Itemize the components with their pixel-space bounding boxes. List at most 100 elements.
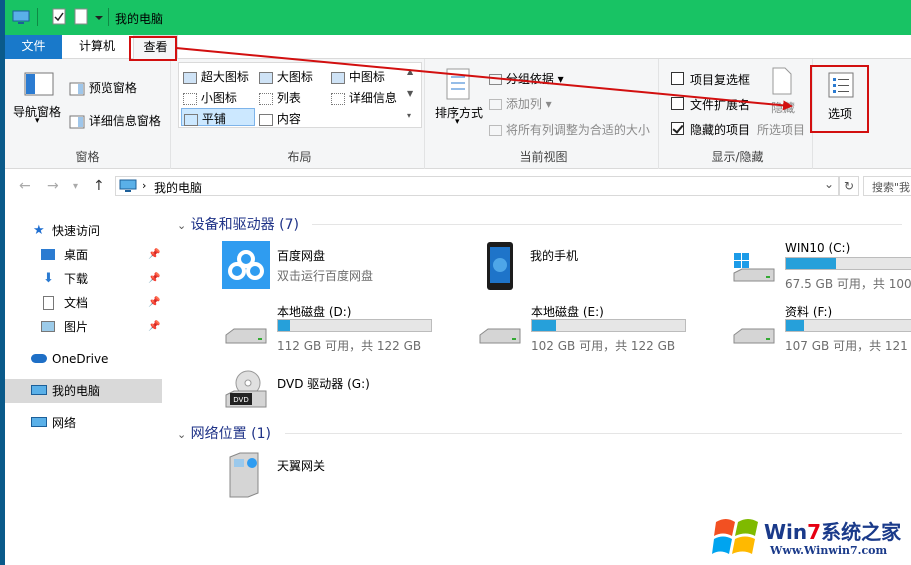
layout-l-icons[interactable]: 大图标 <box>259 68 313 85</box>
chevron-right-icon[interactable]: › <box>142 179 146 192</box>
drive-usage-bar <box>531 319 686 332</box>
chevron-down-icon[interactable]: ⌄ <box>824 177 834 191</box>
layout-tiles[interactable]: 平铺 <box>181 108 255 126</box>
hide-selected-icon <box>772 67 792 95</box>
pin-icon[interactable]: 📌 <box>148 243 160 267</box>
chevron-down-icon: ⌄ <box>177 428 187 441</box>
add-column-button[interactable]: 添加列 ▾ <box>489 95 552 112</box>
back-button[interactable]: ← <box>19 178 31 194</box>
chevron-down-icon[interactable]: ▾ <box>455 117 460 127</box>
computer-icon <box>12 10 30 24</box>
nav-item-pictures[interactable]: 图片 📌 <box>5 315 162 339</box>
nav-item-documents[interactable]: 文档 📌 <box>5 291 162 315</box>
details-pane-button[interactable]: 详细信息窗格 <box>69 112 161 129</box>
baidu-netdisk-item[interactable]: 百度网盘 双击运行百度网盘 <box>222 241 452 301</box>
divider <box>37 8 38 26</box>
layout-m-icons[interactable]: 中图标 <box>331 68 385 85</box>
picture-icon <box>41 321 55 332</box>
l-icons-icon <box>259 71 273 84</box>
hide-selected-button[interactable]: 隐藏 <box>771 99 795 116</box>
chevron-down-icon[interactable]: ▾ <box>35 116 40 126</box>
nav-this-pc[interactable]: 我的电脑 <box>5 379 162 403</box>
drive-usage-bar <box>277 319 432 332</box>
watermark-url: Www.Winwin7.com <box>770 544 888 557</box>
network-device-item[interactable]: 天翼网关 <box>222 451 452 511</box>
up-button[interactable]: ↑ <box>93 178 105 194</box>
refresh-button[interactable]: ↻ <box>839 176 859 196</box>
drive-usage-bar <box>785 319 911 332</box>
navigation-pane: ★ 快速访问 桌面 📌 ⬇ 下载 📌 文档 📌 图片 📌 OneDrive 我的… <box>5 205 167 565</box>
my-phone-item[interactable]: 我的手机 <box>485 241 715 301</box>
new-folder-icon[interactable] <box>73 8 89 26</box>
recent-dropdown-icon[interactable]: ▾ <box>73 181 78 192</box>
chevron-down-icon[interactable] <box>94 8 104 26</box>
window-title: 我的电脑 <box>115 12 164 26</box>
network-section-header[interactable]: ⌄ 网络位置 (1) <box>177 423 271 443</box>
nav-network-label: 网络 <box>52 416 77 430</box>
item-checkboxes-checkbox[interactable] <box>671 72 684 85</box>
layout-list[interactable]: 列表 <box>259 89 301 106</box>
gallery-down-icon[interactable]: ▼ <box>407 89 413 98</box>
content-icon <box>259 113 273 126</box>
nav-quick-access[interactable]: ★ 快速访问 <box>5 219 162 243</box>
add-column-icon <box>489 99 502 110</box>
layout-xl-icons[interactable]: 超大图标 <box>183 68 249 85</box>
nav-item-downloads[interactable]: ⬇ 下载 📌 <box>5 267 162 291</box>
dvd-label: DVD <box>233 396 248 404</box>
tab-computer[interactable]: 计算机 <box>67 35 127 59</box>
group-title: 显示/隐藏 <box>711 150 764 164</box>
fit-columns-button[interactable]: 将所有列调整为合适的大小 <box>489 121 650 138</box>
layout-s-icons[interactable]: 小图标 <box>183 89 237 106</box>
list-icon <box>259 92 273 105</box>
drive-f[interactable]: 资料 (F:) 107 GB 可用，共 121 GB <box>730 303 911 363</box>
drive-c[interactable]: WIN10 (C:) 67.5 GB 可用，共 100 GB <box>730 241 911 301</box>
gallery-more-icon[interactable]: ▾ <box>407 111 411 120</box>
pin-icon[interactable]: 📌 <box>148 267 160 291</box>
computer-icon <box>119 179 137 192</box>
title-bar: 我的电脑 <box>5 0 911 35</box>
fit-columns-icon <box>489 125 502 136</box>
pin-icon[interactable]: 📌 <box>148 315 160 339</box>
network-icon <box>31 417 47 427</box>
file-ext-checkbox[interactable] <box>671 97 684 110</box>
drive-e[interactable]: 本地磁盘 (E:) 102 GB 可用，共 122 GB <box>476 303 706 363</box>
hide-selected-sub: 所选项目 <box>757 123 806 137</box>
section-divider <box>285 433 902 434</box>
group-current-view: 排序方式 ▾ 分组依据 ▾ 添加列 ▾ 将所有列调整为合适的大小 当前视图 <box>429 59 659 169</box>
forward-button[interactable]: → <box>47 178 59 194</box>
tab-file[interactable]: 文件 <box>5 35 62 59</box>
s-icons-icon <box>183 92 197 105</box>
gallery-up-icon[interactable]: ▲ <box>407 67 413 76</box>
hard-drive-icon <box>225 328 267 344</box>
drive-free: 102 GB 可用，共 122 GB <box>531 339 676 353</box>
hidden-items-checkbox[interactable] <box>671 122 684 135</box>
devices-header-label: 设备和驱动器 (7) <box>190 217 299 233</box>
details-icon <box>331 92 345 105</box>
layout-s-icons-label: 小图标 <box>200 91 237 105</box>
preview-pane-button[interactable]: 预览窗格 <box>69 79 137 96</box>
layout-content[interactable]: 内容 <box>259 110 301 127</box>
nav-item-desktop[interactable]: 桌面 📌 <box>5 243 162 267</box>
baidu-netdisk-icon <box>222 241 270 289</box>
devices-section-header[interactable]: ⌄ 设备和驱动器 (7) <box>177 214 299 234</box>
nav-network[interactable]: 网络 <box>5 411 162 435</box>
details-pane-label: 详细信息窗格 <box>88 114 161 128</box>
dvd-drive[interactable]: DVD DVD 驱动器 (G:) <box>222 369 452 429</box>
item-checkboxes-label: 项目复选框 <box>690 73 751 87</box>
layout-details[interactable]: 详细信息 <box>331 89 397 106</box>
xl-icons-icon <box>183 71 197 84</box>
options-highlight <box>810 65 869 133</box>
nav-this-pc-label: 我的电脑 <box>52 384 101 398</box>
hard-drive-icon <box>733 328 775 344</box>
network-device-icon <box>229 452 259 498</box>
watermark-brand-c: 系统之家 <box>821 520 902 544</box>
drive-d[interactable]: 本地磁盘 (D:) 112 GB 可用，共 122 GB <box>222 303 452 363</box>
pin-icon[interactable]: 📌 <box>148 291 160 315</box>
properties-icon[interactable] <box>51 8 67 26</box>
nav-onedrive[interactable]: OneDrive <box>5 347 162 371</box>
navigation-pane-icon <box>24 72 54 96</box>
search-input[interactable]: 搜索"我 <box>863 176 911 196</box>
group-by-button[interactable]: 分组依据 ▾ <box>489 70 564 87</box>
address-input[interactable]: › 我的电脑 ⌄ <box>115 176 839 196</box>
layout-content-label: 内容 <box>276 112 301 126</box>
